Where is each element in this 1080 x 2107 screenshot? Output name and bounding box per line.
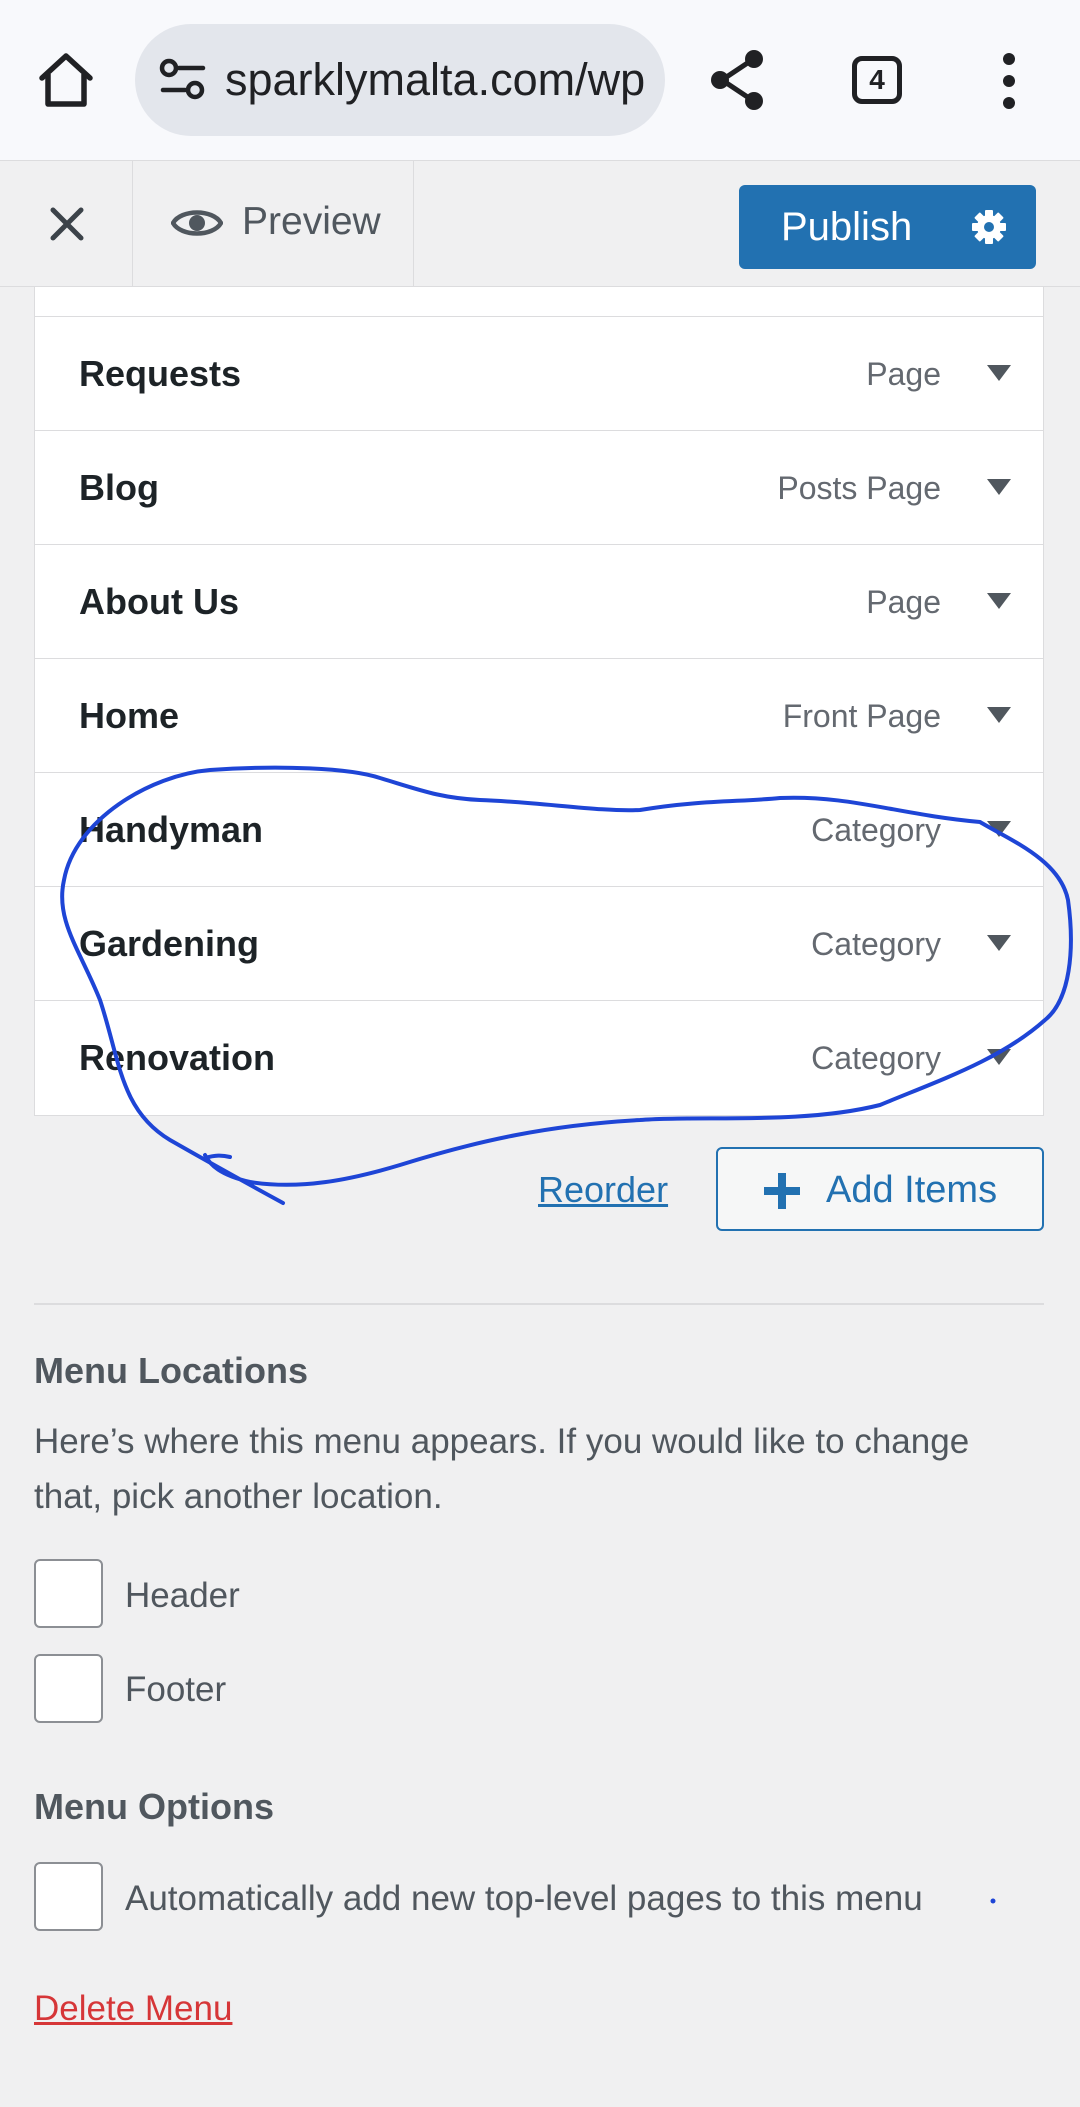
menu-item-title: About Us (79, 581, 239, 622)
menu-item[interactable]: Renovation Category (35, 1001, 1043, 1115)
more-vert-icon[interactable] (996, 52, 1022, 110)
menu-item-title: Blog (79, 467, 159, 508)
share-icon[interactable] (706, 48, 770, 112)
preview-label: Preview (242, 200, 381, 243)
customizer-header: Preview Publish (0, 160, 1080, 287)
menu-item-type: Category (811, 1040, 941, 1076)
tab-switcher-icon[interactable]: 4 (852, 56, 902, 104)
menu-item[interactable]: About Us Page (35, 545, 1043, 659)
menu-item[interactable]: Blog Posts Page (35, 431, 1043, 545)
menu-item-title: Requests (79, 353, 242, 394)
add-items-button[interactable]: Add Items (716, 1147, 1044, 1231)
menu-item-partial (35, 287, 1043, 317)
publish-label: Publish (781, 205, 913, 249)
footer-location-checkbox[interactable] (34, 1654, 103, 1723)
menu-item-type: Posts Page (777, 470, 941, 506)
add-items-label: Add Items (826, 1169, 998, 1211)
tune-icon[interactable] (159, 58, 207, 102)
delete-menu-link[interactable]: Delete Menu (34, 1987, 232, 2031)
arrow-down-icon[interactable] (987, 1049, 1011, 1065)
url-text[interactable]: sparklymalta.com/wp-admin/customize.php (225, 54, 645, 106)
menu-item[interactable]: Home Front Page (35, 659, 1043, 773)
eye-icon (171, 210, 223, 236)
arrow-down-icon[interactable] (987, 935, 1011, 951)
section-divider (34, 1303, 1044, 1305)
publish-button[interactable]: Publish (739, 185, 1036, 269)
header-location-label[interactable]: Header (125, 1574, 240, 1618)
arrow-down-icon[interactable] (987, 821, 1011, 837)
close-icon (50, 207, 84, 241)
menu-item-type: Page (866, 584, 941, 620)
home-icon[interactable] (36, 50, 96, 110)
close-button[interactable] (0, 161, 133, 286)
menu-item[interactable]: Handyman Category (35, 773, 1043, 887)
menu-item-title: Handyman (79, 809, 264, 850)
preview-button[interactable]: Preview (133, 161, 414, 286)
menu-item-title: Gardening (79, 923, 260, 964)
arrow-down-icon[interactable] (987, 593, 1011, 609)
reorder-link[interactable]: Reorder (538, 1168, 668, 1212)
menu-item[interactable]: Requests Page (35, 317, 1043, 431)
menu-items-list: Requests Page Blog Posts Page About Us P… (34, 287, 1044, 1116)
menu-item-type: Front Page (782, 698, 941, 734)
menu-item-title: Renovation (79, 1037, 276, 1078)
arrow-down-icon[interactable] (987, 479, 1011, 495)
plus-icon (762, 1171, 802, 1216)
arrow-down-icon[interactable] (987, 707, 1011, 723)
browser-toolbar: sparklymalta.com/wp-admin/customize.php … (0, 0, 1080, 160)
menu-item-type: Category (811, 812, 941, 848)
auto-add-pages-checkbox[interactable] (34, 1862, 103, 1931)
arrow-down-icon[interactable] (987, 365, 1011, 381)
menu-locations-title: Menu Locations (34, 1350, 309, 1391)
menu-item-title: Home (79, 695, 180, 736)
menu-locations-description: Here’s where this menu appears. If you w… (34, 1422, 970, 1516)
menu-item-type: Page (866, 356, 941, 392)
header-location-checkbox[interactable] (34, 1559, 103, 1628)
auto-add-pages-label[interactable]: Automatically add new top-level pages to… (125, 1877, 923, 1921)
menu-item-type: Category (811, 926, 941, 962)
menu-item[interactable]: Gardening Category (35, 887, 1043, 1001)
footer-location-label[interactable]: Footer (125, 1668, 226, 1712)
menu-options-title: Menu Options (34, 1786, 274, 1827)
gear-icon[interactable] (971, 209, 1007, 250)
address-bar[interactable]: sparklymalta.com/wp-admin/customize.php (135, 24, 665, 136)
